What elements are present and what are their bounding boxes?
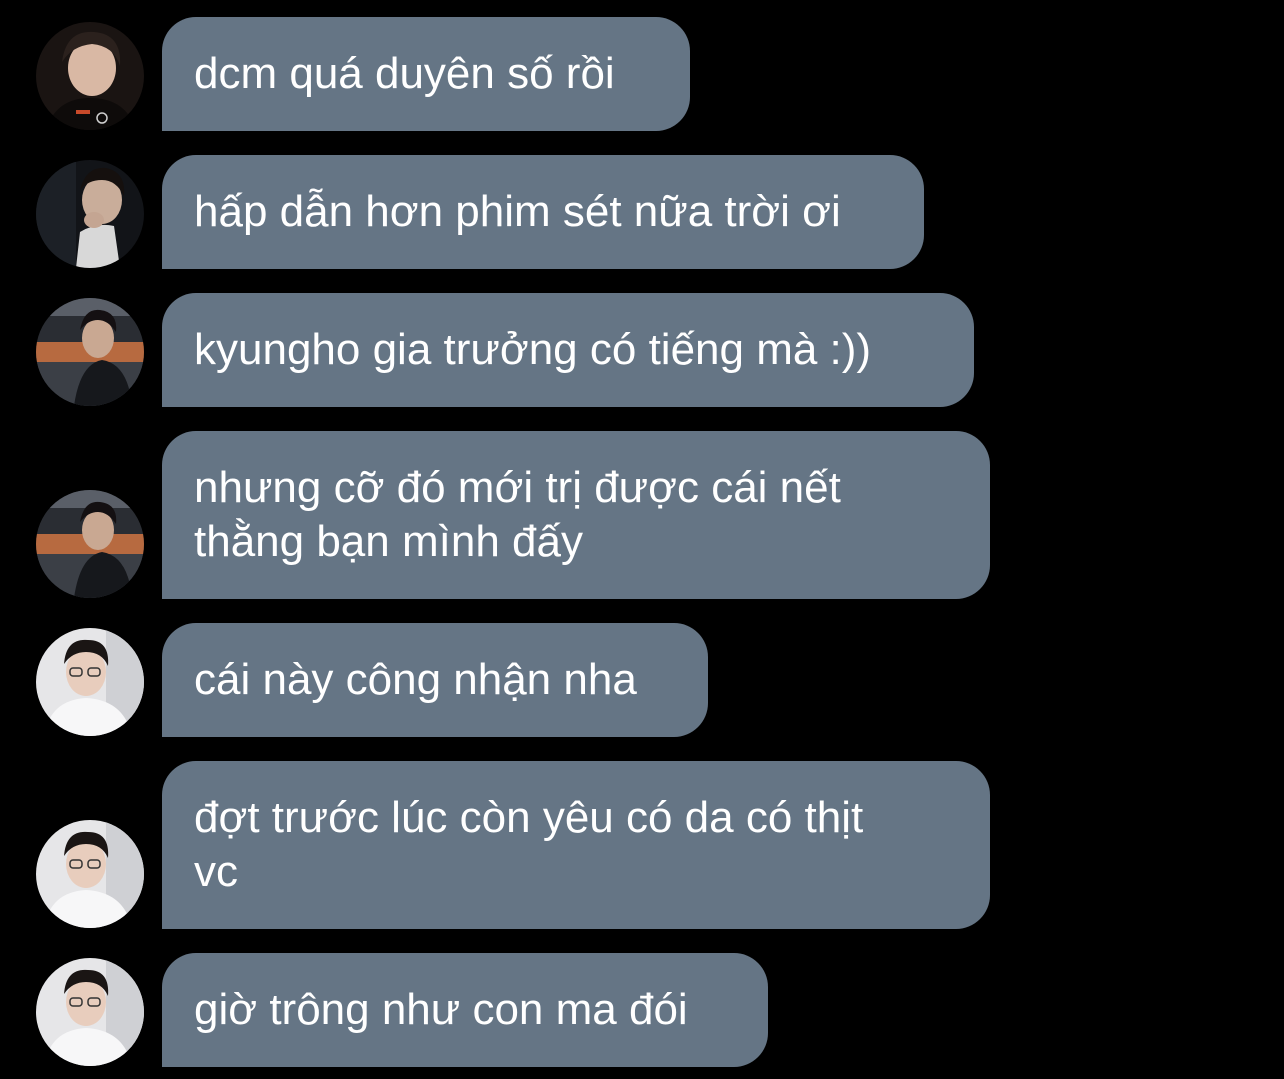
message-bubble[interactable]: cái này công nhận nha [162,623,708,737]
user-c-avatar[interactable] [36,298,144,406]
user-a-avatar[interactable] [36,22,144,130]
avatar-photo [36,820,144,928]
avatar-photo [36,22,144,130]
message-bubble[interactable]: hấp dẫn hơn phim sét nữa trời ơi [162,155,924,269]
message-bubble[interactable]: giờ trông như con ma đói [162,953,768,1067]
message-text: hấp dẫn hơn phim sét nữa trời ơi [194,187,841,236]
message-bubble[interactable]: dcm quá duyên số rồi [162,17,690,131]
avatar-photo [36,298,144,406]
avatar-photo [36,160,144,268]
user-b-avatar[interactable] [36,160,144,268]
user-c-avatar[interactable] [36,490,144,598]
message-text: nhưng cỡ đó mới trị được cái nết thằng b… [194,463,841,566]
avatar-photo [36,958,144,1066]
message-bubble[interactable]: nhưng cỡ đó mới trị được cái nết thằng b… [162,431,990,599]
message-bubble[interactable]: đợt trước lúc còn yêu có da có thịt vc [162,761,990,929]
message-text: giờ trông như con ma đói [194,985,688,1034]
chat-thread: dcm quá duyên số rồi hấp dẫn hơn phim sé… [0,0,1284,1079]
user-d-avatar[interactable] [36,628,144,736]
avatar-photo [36,628,144,736]
message-bubble[interactable]: kyungho gia trưởng có tiếng mà :)) [162,293,974,407]
user-d-avatar[interactable] [36,820,144,928]
user-d-avatar[interactable] [36,958,144,1066]
avatar-photo [36,490,144,598]
message-text: dcm quá duyên số rồi [194,49,615,98]
message-text: đợt trước lúc còn yêu có da có thịt vc [194,793,864,896]
message-text: cái này công nhận nha [194,655,637,704]
message-text: kyungho gia trưởng có tiếng mà :)) [194,325,872,374]
